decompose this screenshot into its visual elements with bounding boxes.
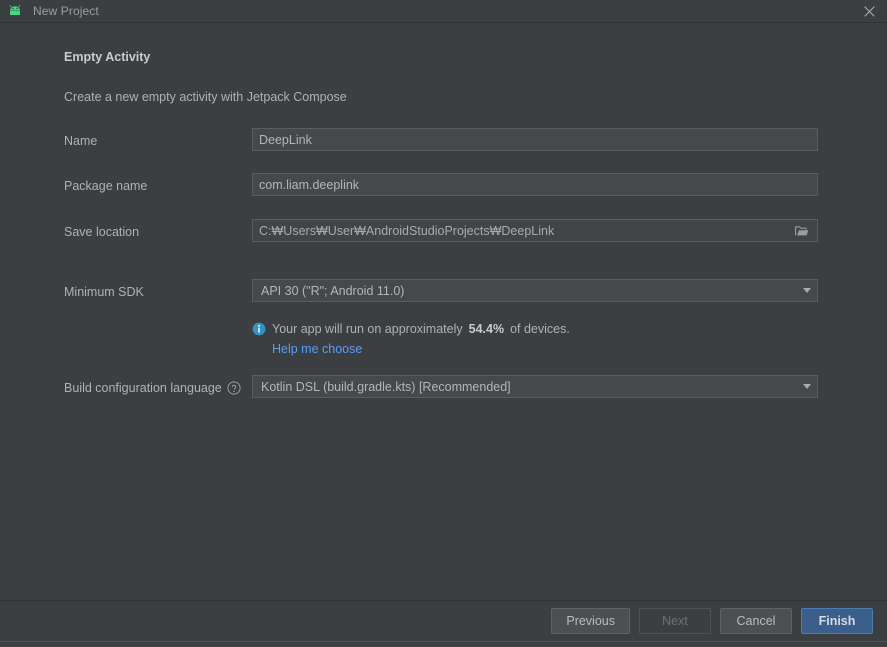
folder-icon[interactable] <box>791 220 813 241</box>
chevron-down-icon <box>803 384 811 389</box>
name-input-value: DeepLink <box>259 132 312 147</box>
page-title: Empty Activity <box>64 50 151 64</box>
sdk-info-text-before: Your app will run on approximately <box>272 322 463 336</box>
sdk-info-text-after: of devices. <box>510 322 570 336</box>
previous-button[interactable]: Previous <box>551 608 630 634</box>
info-icon <box>252 322 266 336</box>
page-subtitle: Create a new empty activity with Jetpack… <box>64 90 347 104</box>
label-save-location: Save location <box>64 225 140 239</box>
label-name: Name <box>64 134 98 148</box>
name-input[interactable]: DeepLink <box>252 128 818 151</box>
window-title: New Project <box>33 4 99 18</box>
minimum-sdk-select[interactable]: API 30 ("R"; Android 11.0) <box>252 279 818 302</box>
dialog-content: Empty Activity Create a new empty activi… <box>0 23 887 600</box>
dialog-footer: Previous Next Cancel Finish <box>0 601 887 641</box>
window-bottom-edge <box>0 641 887 647</box>
sdk-info-percentage: 54.4% <box>468 322 505 336</box>
chevron-down-icon <box>803 288 811 293</box>
next-button: Next <box>639 608 711 634</box>
save-location-input[interactable]: C:₩Users₩User₩AndroidStudioProjects₩Deep… <box>252 219 818 242</box>
build-config-language-select[interactable]: Kotlin DSL (build.gradle.kts) [Recommend… <box>252 375 818 398</box>
label-package-name: Package name <box>64 179 148 193</box>
help-circle-icon[interactable] <box>227 381 241 395</box>
sdk-device-info: Your app will run on approximately 54.4%… <box>252 322 570 336</box>
android-robot-icon <box>7 3 23 19</box>
cancel-button[interactable]: Cancel <box>720 608 792 634</box>
package-name-input-value: com.liam.deeplink <box>259 177 360 192</box>
label-minimum-sdk: Minimum SDK <box>64 285 144 299</box>
package-name-input[interactable]: com.liam.deeplink <box>252 173 818 196</box>
finish-button[interactable]: Finish <box>801 608 873 634</box>
build-config-language-label-text: Build configuration language <box>64 381 222 395</box>
close-icon[interactable] <box>851 0 887 22</box>
build-config-language-value: Kotlin DSL (build.gradle.kts) [Recommend… <box>261 379 511 394</box>
save-location-input-value: C:₩Users₩User₩AndroidStudioProjects₩Deep… <box>259 223 555 238</box>
window-titlebar: New Project <box>0 0 887 22</box>
minimum-sdk-value: API 30 ("R"; Android 11.0) <box>261 283 405 298</box>
label-build-config-language: Build configuration language <box>64 381 241 395</box>
help-me-choose-link[interactable]: Help me choose <box>272 342 362 356</box>
